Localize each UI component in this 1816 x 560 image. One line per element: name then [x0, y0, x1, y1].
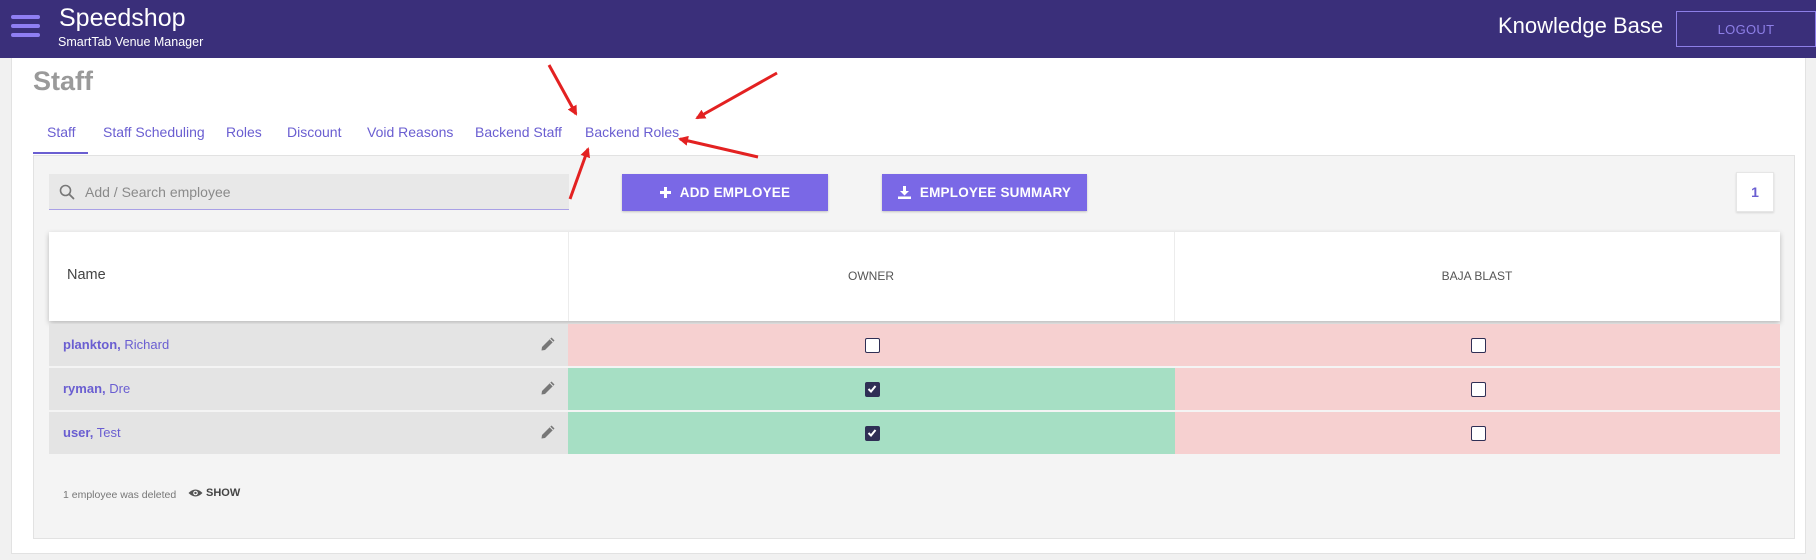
page-number-button[interactable]: 1 [1736, 172, 1774, 212]
page-title: Staff [33, 66, 93, 96]
tab-staff-scheduling[interactable]: Staff Scheduling [103, 124, 205, 140]
name-column-header: Name [67, 267, 106, 283]
employee-summary-label: EMPLOYEE SUMMARY [919, 185, 1072, 200]
owner-column-header: OWNER [848, 269, 894, 283]
role-cell [1175, 412, 1780, 455]
logout-button[interactable]: LOGOUT [1676, 11, 1816, 47]
active-tab-indicator [33, 152, 88, 154]
hamburger-menu-icon[interactable] [11, 15, 40, 39]
role-cell [568, 412, 1175, 455]
employee-first-name: Test [96, 425, 121, 440]
role-cell [568, 368, 1175, 411]
tab-discount[interactable]: Discount [287, 124, 341, 140]
show-label: SHOW [206, 487, 241, 499]
tab-backend-roles[interactable]: Backend Roles [585, 124, 679, 140]
tab-void-reasons[interactable]: Void Reasons [367, 124, 453, 140]
role-cell [1175, 324, 1780, 367]
checkmark-icon [867, 385, 876, 393]
eye-icon [188, 489, 203, 497]
table-header: Name OWNER BAJA BLAST [49, 232, 1780, 321]
baja-blast-column-header: BAJA BLAST [1441, 269, 1513, 283]
tab-backend-staff[interactable]: Backend Staff [475, 124, 562, 140]
role-checkbox[interactable] [1470, 382, 1486, 397]
checkmark-icon [867, 429, 876, 437]
table-row: user, Test [49, 412, 568, 455]
tab-staff[interactable]: Staff [47, 124, 76, 140]
tab-roles[interactable]: Roles [226, 124, 262, 140]
add-employee-label: ADD EMPLOYEE [679, 185, 791, 200]
pencil-icon[interactable] [540, 424, 556, 440]
app-subtitle: SmartTab Venue Manager [58, 35, 204, 49]
role-checkbox-checked[interactable] [864, 426, 880, 441]
search-icon [59, 184, 75, 200]
employee-last-name: ryman, [63, 381, 106, 396]
plus-icon [659, 187, 671, 198]
role-checkbox[interactable] [1470, 426, 1486, 441]
role-checkbox[interactable] [864, 338, 880, 353]
table-row: plankton, Richard [49, 324, 568, 367]
download-icon [897, 186, 911, 199]
pencil-icon[interactable] [540, 380, 556, 396]
search-box [49, 174, 569, 210]
pencil-icon[interactable] [540, 336, 556, 352]
search-input[interactable] [85, 174, 555, 210]
show-deleted-link[interactable]: SHOW [188, 487, 240, 499]
table-row: ryman, Dre [49, 368, 568, 411]
employee-summary-button[interactable]: EMPLOYEE SUMMARY [882, 174, 1087, 211]
employee-last-name: plankton, [63, 337, 121, 352]
employee-name[interactable]: user, Test [63, 425, 121, 440]
add-employee-button[interactable]: ADD EMPLOYEE [622, 174, 828, 211]
role-checkbox[interactable] [1470, 338, 1486, 353]
deleted-employee-note: 1 employee was deleted [63, 489, 177, 501]
top-bar: Speedshop SmartTab Venue Manager Knowled… [0, 0, 1816, 58]
role-cell [1175, 368, 1780, 411]
knowledge-base-link[interactable]: Knowledge Base [1498, 13, 1663, 39]
app-title: Speedshop [59, 4, 186, 32]
employee-name[interactable]: plankton, Richard [63, 337, 169, 352]
employee-first-name: Dre [109, 381, 131, 396]
employee-name[interactable]: ryman, Dre [63, 381, 130, 396]
role-checkbox-checked[interactable] [864, 382, 880, 397]
employee-first-name: Richard [124, 337, 170, 352]
employee-last-name: user, [63, 425, 94, 440]
role-cell [568, 324, 1175, 367]
